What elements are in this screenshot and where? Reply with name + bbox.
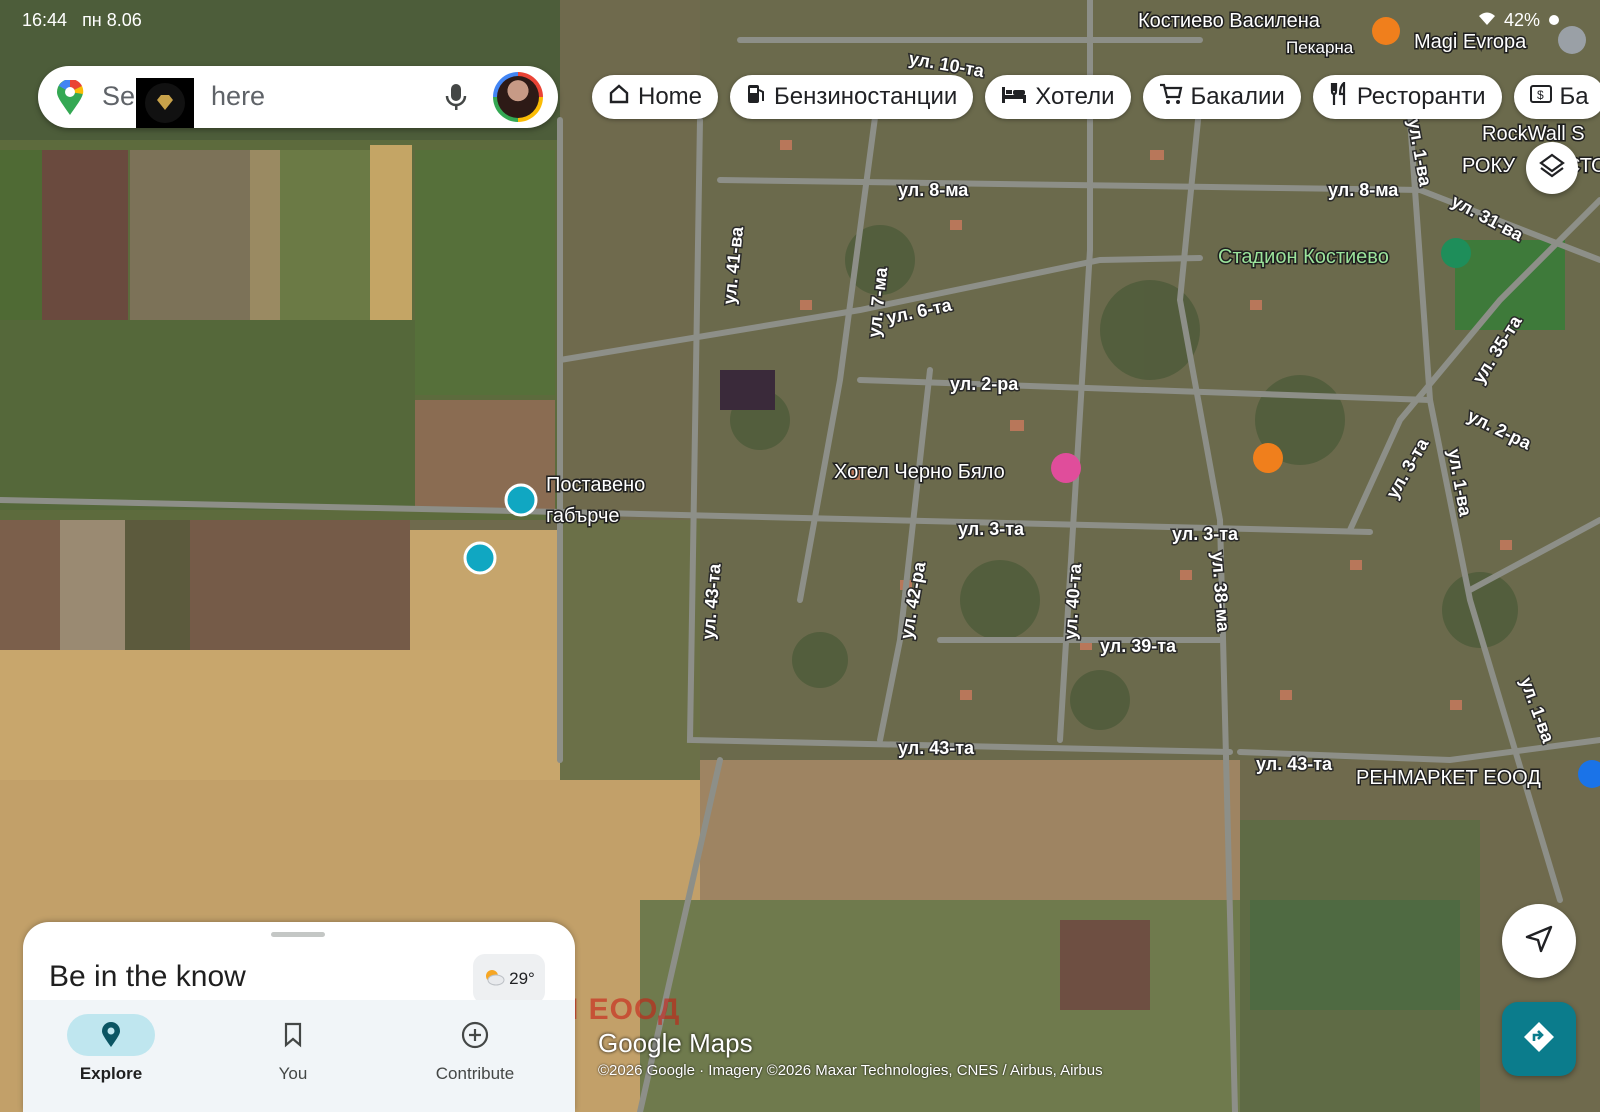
stadium-marker-icon[interactable]: [1441, 238, 1471, 268]
nav-label: Explore: [79, 1064, 143, 1083]
chip-gas-stations[interactable]: Бензиностанции: [730, 75, 974, 119]
map-credits[interactable]: ©2026 Google · Imagery ©2026 Maxar Techn…: [598, 1062, 1103, 1079]
battery-icon: [1548, 10, 1560, 31]
google-maps-logo-icon: [56, 78, 84, 121]
street-label: ул. 3-та: [1172, 524, 1239, 544]
street-label: ул. 39-та: [1100, 636, 1177, 656]
street-label: ул. 2-ра: [950, 374, 1019, 394]
street-label: ул. 8-ма: [898, 180, 969, 200]
home-icon: [608, 83, 630, 112]
bar-marker-icon[interactable]: [1253, 443, 1283, 473]
bookmark-icon: [249, 1014, 337, 1056]
status-time-date: 16:44 пн 8.06: [22, 10, 142, 31]
chip-banks[interactable]: $ Ба: [1513, 75, 1600, 119]
place-label[interactable]: Костиево Василена: [1137, 9, 1323, 34]
weather-chip[interactable]: 29°: [473, 954, 545, 1004]
nav-explore[interactable]: Explore: [51, 1000, 171, 1084]
status-right: 42%: [1478, 10, 1560, 31]
nav-label: You: [278, 1064, 308, 1083]
place-sublabel: Пекарна: [1286, 38, 1354, 57]
directions-icon: [1522, 1020, 1556, 1059]
chip-home[interactable]: Home: [592, 75, 719, 119]
explore-bottom-sheet[interactable]: Be in the know 29° Explore You Contribut…: [23, 922, 575, 1112]
account-avatar[interactable]: [493, 72, 543, 122]
chip-hotels[interactable]: Хотели: [985, 75, 1131, 119]
my-location-button[interactable]: [1502, 904, 1576, 978]
hotel-marker-icon[interactable]: [1051, 453, 1081, 483]
redacted-logo: [136, 78, 194, 128]
nav-contribute[interactable]: Contribute: [415, 1000, 535, 1084]
chip-groceries[interactable]: Бакалии: [1142, 75, 1301, 119]
restaurant-icon: [1329, 80, 1349, 113]
svg-text:$: $: [1537, 88, 1544, 102]
street-label: ул. 8-ма: [1328, 180, 1399, 200]
place-label[interactable]: RockWall S: [1481, 122, 1587, 147]
layers-icon: [1538, 152, 1566, 185]
street-label: ул. 43-та: [898, 738, 975, 758]
chip-label: Home: [638, 83, 703, 110]
microphone-icon[interactable]: [444, 83, 468, 118]
chip-label: Хотели: [1035, 83, 1115, 110]
cart-icon: [1159, 83, 1183, 112]
add-circle-icon: [431, 1014, 519, 1056]
street-label: ул. 3-та: [958, 519, 1025, 539]
bank-icon: $: [1529, 83, 1552, 111]
chip-restaurants[interactable]: Ресторанти: [1312, 75, 1502, 119]
chip-label: Бакалии: [1190, 83, 1285, 110]
restaurant-marker-icon[interactable]: [1372, 17, 1400, 45]
place-label[interactable]: Magi Evropa: [1413, 30, 1529, 55]
directions-button[interactable]: [1502, 1002, 1576, 1076]
shop-marker-icon[interactable]: [1558, 26, 1586, 54]
category-chips: Home Бензиностанции Хотели Бакалии Ресто…: [592, 75, 1600, 119]
partly-cloudy-icon: [483, 968, 505, 991]
street-label: ул. 43-та: [1256, 754, 1333, 774]
place-label-hotel[interactable]: Хотел Черно Бяло: [833, 460, 1007, 485]
nav-you[interactable]: You: [233, 1000, 353, 1084]
bottom-navigation: Explore You Contribute: [23, 1000, 575, 1112]
layers-button[interactable]: [1526, 142, 1578, 194]
google-maps-branding: Google Maps: [598, 1028, 753, 1058]
search-bar[interactable]: Se here: [38, 66, 558, 128]
search-placeholder-end: here: [211, 81, 266, 111]
wifi-icon: [1478, 10, 1496, 31]
status-time: 16:44: [22, 10, 68, 30]
saved-place-label-line2[interactable]: габърче: [545, 504, 622, 529]
explore-pin-icon: [67, 1014, 155, 1056]
battery-level: 42%: [1503, 10, 1540, 30]
bed-icon: [1001, 83, 1027, 111]
search-placeholder-start: Se: [102, 81, 136, 111]
gas-station-icon: [746, 82, 766, 113]
sheet-title: Be in the know: [49, 960, 246, 993]
saved-bookmark-marker-icon[interactable]: [504, 483, 538, 517]
chip-label: Ба: [1559, 83, 1589, 110]
saved-bookmark-marker-icon[interactable]: [463, 541, 497, 575]
place-label[interactable]: РЕНМАРКЕТ ЕООД: [1355, 766, 1543, 791]
sheet-drag-handle[interactable]: [271, 932, 325, 937]
chip-label: Ресторанти: [1356, 83, 1486, 110]
place-label-stadium[interactable]: Стадион Костиево: [1217, 245, 1391, 270]
saved-place-label[interactable]: Поставено: [545, 473, 647, 498]
temperature: 29°: [509, 969, 535, 988]
chip-label: Бензиностанции: [774, 83, 958, 110]
navigation-arrow-icon: [1524, 924, 1554, 959]
nav-label: Contribute: [435, 1064, 515, 1083]
status-date: пн 8.06: [82, 10, 142, 30]
place-label[interactable]: РОКУ: [1461, 154, 1517, 179]
